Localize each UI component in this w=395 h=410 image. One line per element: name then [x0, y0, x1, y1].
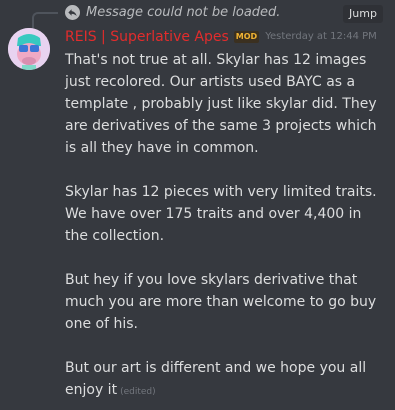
reply-connector-line [32, 12, 58, 28]
reply-preview-text[interactable]: Message could not be loaded. [86, 4, 280, 22]
jump-button[interactable]: Jump [343, 5, 383, 23]
message-header: REIS | Superlative Apes MOD Yesterday at… [65, 28, 377, 46]
message-content: That's not true at all. Skylar has 12 im… [65, 49, 387, 403]
reply-icon [65, 5, 80, 20]
mod-badge: MOD [233, 31, 260, 43]
message-paragraph: Skylar has 12 pieces with very limited t… [65, 184, 377, 244]
avatar[interactable] [8, 28, 50, 70]
message-paragraph-text: But our art is different and we hope you… [65, 360, 367, 398]
edited-label: (edited) [120, 387, 156, 397]
message-paragraph-last: But our art is different and we hope you… [65, 357, 387, 403]
username[interactable]: REIS | Superlative Apes [65, 28, 229, 46]
message-paragraph: But hey if you love skylars derivative t… [65, 272, 377, 332]
timestamp[interactable]: Yesterday at 12:44 PM [265, 28, 377, 46]
message-paragraph: That's not true at all. Skylar has 12 im… [65, 52, 377, 156]
